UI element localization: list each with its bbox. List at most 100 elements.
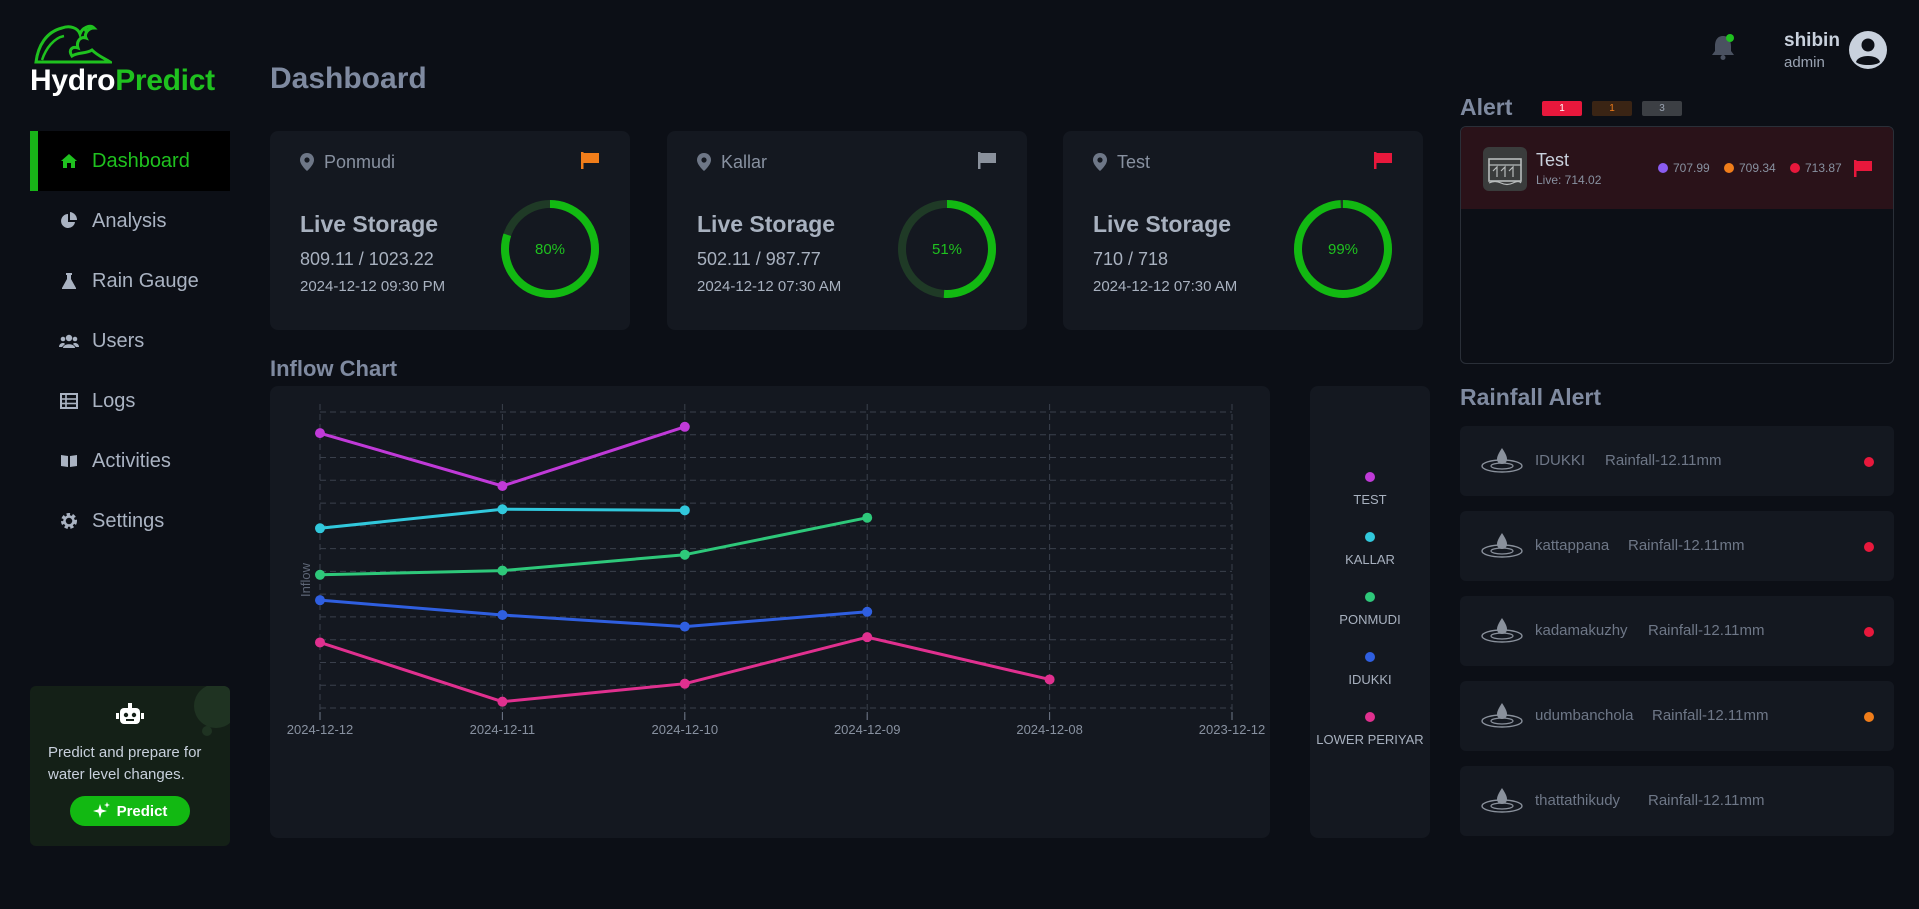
legend-item[interactable]: LOWER PERIYAR: [1310, 712, 1430, 747]
series-line: [319, 598, 868, 629]
rainfall-amount: Rainfall-12.11mm: [1648, 622, 1765, 639]
legend-item[interactable]: IDUKKI: [1310, 652, 1430, 687]
level-value: 707.99: [1673, 161, 1710, 175]
legend-item[interactable]: KALLAR: [1310, 532, 1430, 567]
sidebar-item-dashboard[interactable]: Dashboard: [30, 131, 230, 191]
legend-label: KALLAR: [1345, 552, 1395, 567]
data-point: [679, 549, 690, 560]
rainfall-status-dot: [1864, 627, 1874, 637]
data-point: [862, 512, 873, 523]
home-icon: [58, 150, 80, 172]
wave-logo-icon: [34, 24, 112, 64]
robot-icon: [116, 703, 144, 724]
card-heading: Live Storage: [697, 211, 836, 237]
alert-title: Alert: [1460, 94, 1513, 120]
sidebar-item-users[interactable]: Users: [30, 311, 230, 371]
water-drop-icon: [1481, 533, 1523, 558]
level-dot: [1658, 163, 1668, 173]
level-dot: [1790, 163, 1800, 173]
rainfall-place: udumbanchola: [1535, 707, 1634, 724]
chart-legend: TEST KALLAR PONMUDI IDUKKI LOWER PERIYAR: [1310, 386, 1430, 838]
legend-dot: [1365, 592, 1375, 602]
sidebar-item-label: Settings: [92, 509, 165, 532]
rainfall-item[interactable]: IDUKKI Rainfall-12.11mm: [1460, 426, 1894, 496]
alert-item-live: Live: 714.02: [1536, 173, 1602, 187]
flag-icon: [1854, 160, 1872, 177]
data-point: [679, 621, 690, 632]
card-storage-value: 502.11 / 987.77: [697, 249, 821, 269]
legend-dot: [1365, 472, 1375, 482]
pie-chart-icon: [58, 210, 80, 232]
sidebar-item-label: Rain Gauge: [92, 269, 199, 292]
user-name: shibin: [1784, 30, 1840, 51]
storage-card-kallar[interactable]: Kallar Live Storage 502.11 / 987.77 2024…: [667, 131, 1027, 330]
decorative-dot: [202, 726, 212, 736]
flask-icon: [58, 270, 80, 292]
brand-logo[interactable]: HydroPredict: [30, 22, 230, 102]
location-pin-icon: [1093, 153, 1107, 171]
brand-name: HydroPredict: [30, 64, 215, 98]
data-point: [315, 637, 325, 648]
data-point: [679, 678, 690, 689]
x-tick-label: 2024-12-08: [1016, 722, 1083, 737]
card-timestamp: 2024-12-12 09:30 PM: [300, 278, 446, 295]
card-storage-value: 809.11 / 1023.22: [300, 249, 434, 269]
inflow-line-chart[interactable]: 2024-12-12 2024-12-11 2024-12-10 2024-12-09…: [270, 386, 1270, 838]
alert-level: 709.34: [1724, 161, 1776, 175]
sidebar-item-logs[interactable]: Logs: [30, 371, 230, 431]
legend-item[interactable]: PONMUDI: [1310, 592, 1430, 627]
alert-item-name: Test: [1536, 150, 1570, 170]
sidebar-item-label: Dashboard: [92, 149, 190, 172]
data-point: [497, 481, 508, 491]
table-icon: [58, 390, 80, 412]
sidebar-item-label: Users: [92, 329, 145, 352]
sidebar-item-rain-gauge[interactable]: Rain Gauge: [30, 251, 230, 311]
alert-badge-normal[interactable]: 3: [1642, 101, 1682, 116]
x-tick-label: 2024-12-11: [470, 722, 536, 737]
rainfall-amount: Rainfall-12.11mm: [1648, 792, 1765, 809]
storage-card-ponmudi[interactable]: Ponmudi Live Storage 809.11 / 1023.22 20…: [270, 131, 630, 330]
inflow-chart-title: Inflow Chart: [270, 356, 398, 381]
rainfall-amount: Rainfall-12.11mm: [1605, 452, 1722, 469]
sparkles-icon: [92, 802, 110, 818]
alert-badge-warning[interactable]: 1: [1592, 101, 1632, 116]
alert-badge-critical[interactable]: 1: [1542, 101, 1582, 116]
legend-label: LOWER PERIYAR: [1316, 732, 1424, 747]
water-drop-icon: [1481, 618, 1523, 643]
rainfall-alert-title: Rainfall Alert: [1460, 384, 1602, 410]
storage-percent: 51%: [931, 240, 963, 258]
predict-button-label: Predict: [116, 802, 168, 820]
x-tick-label: 2023-12-12: [1199, 722, 1266, 737]
water-drop-icon: [1481, 448, 1523, 473]
notifications-button[interactable]: [1708, 32, 1738, 62]
data-point: [315, 595, 325, 606]
rainfall-place: thattathikudy: [1535, 792, 1621, 809]
rainfall-item[interactable]: thattathikudy Rainfall-12.11mm: [1460, 766, 1894, 836]
avatar[interactable]: [1848, 30, 1888, 70]
sidebar-item-settings[interactable]: Settings: [30, 491, 230, 551]
sidebar-item-activities[interactable]: Activities: [30, 431, 230, 491]
rainfall-item[interactable]: kattappana Rainfall-12.11mm: [1460, 511, 1894, 581]
promo-text: Predict and prepare for water level chan…: [48, 744, 202, 783]
storage-percent: 80%: [534, 240, 566, 258]
data-point: [497, 565, 508, 576]
flag-icon: [1374, 152, 1392, 169]
bell-icon: [1712, 34, 1734, 60]
rainfall-item[interactable]: udumbanchola Rainfall-12.11mm: [1460, 681, 1894, 751]
storage-card-test[interactable]: Test Live Storage 710 / 718 2024-12-12 0…: [1063, 131, 1423, 330]
alert-panel: Test Live: 714.02 707.99 709.34 713.87: [1460, 126, 1894, 364]
predict-button[interactable]: Predict: [70, 796, 190, 826]
predict-promo-card: Predict and prepare for water level chan…: [30, 686, 230, 846]
legend-label: IDUKKI: [1348, 672, 1392, 687]
level-value: 709.34: [1739, 161, 1776, 175]
legend-dot: [1365, 532, 1375, 542]
rainfall-item[interactable]: kadamakuzhy Rainfall-12.11mm: [1460, 596, 1894, 666]
alert-level: 707.99: [1658, 161, 1710, 175]
data-point: [679, 421, 690, 432]
card-location: Ponmudi: [324, 152, 396, 172]
card-timestamp: 2024-12-12 07:30 AM: [1093, 278, 1238, 295]
legend-item[interactable]: TEST: [1310, 472, 1430, 507]
storage-percent: 99%: [1327, 240, 1359, 258]
alert-item[interactable]: Test Live: 714.02 707.99 709.34 713.87: [1461, 127, 1893, 209]
sidebar-item-analysis[interactable]: Analysis: [30, 191, 230, 251]
